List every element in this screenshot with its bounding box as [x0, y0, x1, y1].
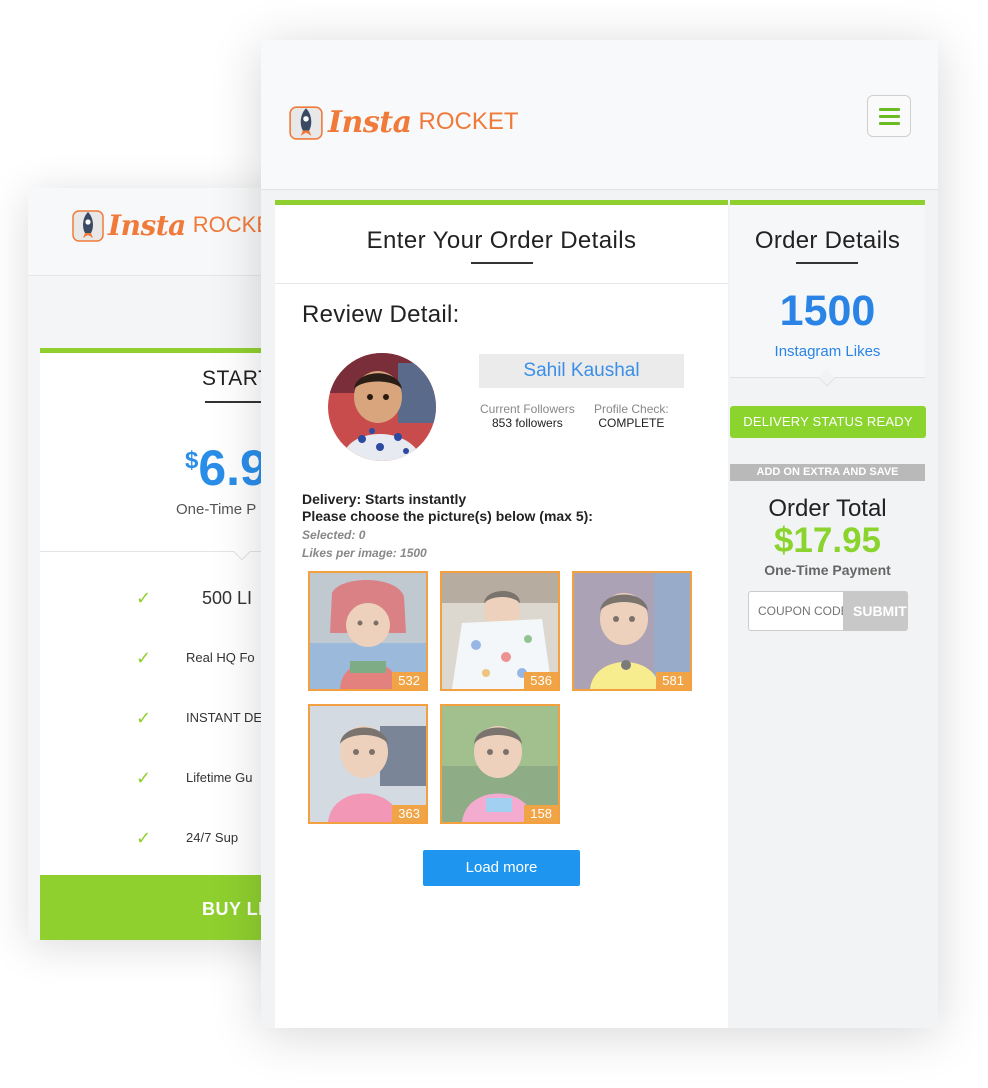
back-header: Insta ROCKET: [28, 188, 298, 276]
background-pricing-card: Insta ROCKET START $6.9 One-Time P ✓ 500…: [28, 188, 298, 940]
title-underline: [796, 262, 858, 264]
plan-divider: [40, 551, 298, 552]
submit-coupon-button[interactable]: SUBMIT: [843, 591, 908, 631]
add-extra-banner[interactable]: ADD ON EXTRA AND SAVE: [730, 464, 925, 481]
post-thumbnail[interactable]: 363: [308, 704, 428, 824]
buy-likes-button[interactable]: BUY LI: [40, 875, 298, 940]
rocket-logo-icon: [289, 106, 323, 140]
divider-notch: [233, 543, 251, 561]
brand-rocket-text: ROCKET: [418, 108, 519, 135]
load-more-button[interactable]: Load more: [423, 850, 580, 886]
order-form-title: Enter Your Order Details: [366, 227, 637, 254]
feature-label: Real HQ Fo: [186, 650, 255, 665]
thumbnail-like-count: 581: [656, 672, 690, 689]
followers-label: Current Followers: [480, 402, 575, 416]
feature-label: 24/7 Sup: [186, 830, 239, 845]
choose-instructions: Please choose the picture(s) below (max …: [302, 508, 593, 524]
review-heading: Review Detail:: [302, 301, 460, 328]
price-value: 6.9: [198, 440, 268, 496]
order-form-panel: Enter Your Order Details Review Detail:: [275, 200, 728, 1028]
summary-header: Order Details 1500 Instagram Likes: [730, 205, 925, 378]
feature-label: Lifetime Gu: [186, 770, 253, 785]
title-underline: [471, 262, 533, 264]
profile-check-label: Profile Check:: [594, 402, 669, 416]
delivery-info: Delivery: Starts instantly Please choose…: [302, 491, 593, 525]
price-currency: $: [185, 447, 199, 474]
back-pricing-panel: START $6.9 One-Time P ✓ 500 LI ✓ Real HQ…: [40, 348, 298, 940]
plan-title-underline: [205, 401, 265, 403]
hamburger-menu-icon: [879, 108, 900, 111]
back-brand-logo[interactable]: Insta ROCKET: [72, 208, 284, 242]
post-thumbnail[interactable]: 532: [308, 571, 428, 691]
profile-check-stat: Profile Check: COMPLETE: [594, 402, 669, 430]
brand-insta-text: Insta: [108, 208, 186, 242]
panel-divider: [275, 283, 728, 284]
thumbnail-like-count: 532: [392, 672, 426, 689]
check-icon: ✓: [136, 828, 152, 848]
thumbnail-like-count: 363: [392, 805, 426, 822]
order-quantity: 1500: [779, 287, 876, 335]
hamburger-menu-icon: [879, 122, 900, 125]
feature-label: INSTANT DE: [186, 710, 263, 725]
thumbnail-like-count: 158: [524, 805, 558, 822]
order-page-card: Insta ROCKET Enter Your Order Details Re…: [261, 40, 938, 1028]
order-total-label: Order Total: [768, 495, 887, 522]
profile-avatar: [328, 353, 436, 461]
check-icon: ✓: [136, 708, 152, 728]
check-icon: ✓: [136, 588, 152, 608]
feature-label: 500 LI: [202, 588, 253, 608]
delivery-line: Delivery: Starts instantly: [302, 491, 467, 507]
followers-value: 853 followers: [491, 416, 563, 430]
post-thumbnail[interactable]: 581: [572, 571, 692, 691]
thumbnail-like-count: 536: [524, 672, 558, 689]
brand-insta-text: Insta: [328, 104, 412, 140]
hamburger-menu-icon: [879, 115, 900, 118]
rocket-logo-icon: [72, 210, 104, 242]
check-icon: ✓: [136, 768, 152, 788]
post-thumbnail[interactable]: 536: [440, 571, 560, 691]
check-icon: ✓: [136, 648, 152, 668]
order-total-value: $17.95: [773, 521, 882, 560]
followers-stat: Current Followers 853 followers: [480, 402, 575, 430]
post-thumbnail[interactable]: 158: [440, 704, 560, 824]
payment-type: One-Time Payment: [764, 562, 891, 578]
order-unit: Instagram Likes: [774, 343, 881, 360]
hamburger-menu-button[interactable]: [867, 95, 911, 137]
delivery-status-badge: DELIVERY STATUS READY: [730, 406, 926, 438]
selected-count: Selected: 0: [302, 528, 366, 542]
profile-name: Sahil Kaushal: [479, 354, 684, 388]
profile-check-value: COMPLETE: [598, 416, 665, 430]
likes-per-image: Likes per image: 1500: [302, 546, 427, 560]
main-header: Insta ROCKET: [261, 40, 938, 190]
summary-title: Order Details: [754, 227, 901, 254]
plan-price: $6.9: [185, 439, 268, 497]
coupon-code-input[interactable]: [748, 591, 844, 631]
price-subtitle: One-Time P: [176, 501, 257, 518]
main-brand-logo[interactable]: Insta ROCKET: [289, 104, 519, 140]
order-summary-panel: Order Details 1500 Instagram Likes DELIV…: [730, 200, 926, 1028]
